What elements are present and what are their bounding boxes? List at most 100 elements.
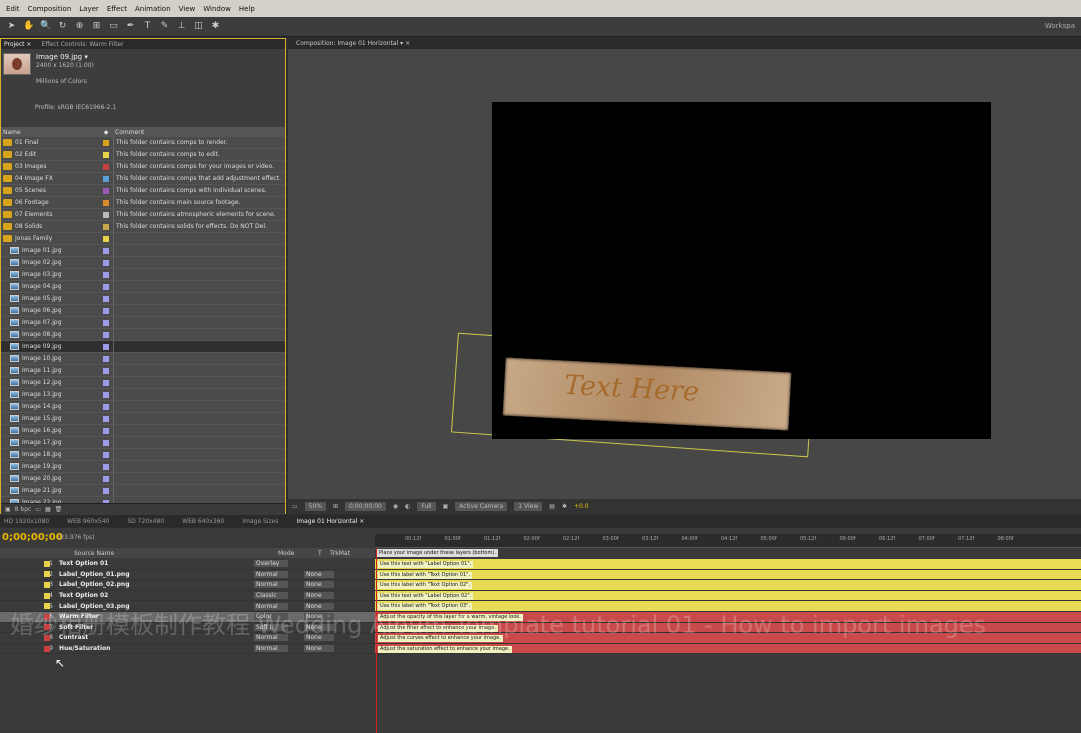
hand-tool-icon[interactable]: ✋ <box>23 21 34 32</box>
pan-behind-tool-icon[interactable]: ⊞ <box>91 21 102 32</box>
selection-tool-icon[interactable]: ➤ <box>6 21 17 32</box>
label-color-cell[interactable] <box>99 391 113 398</box>
mask-tool-icon[interactable]: ▭ <box>108 21 119 32</box>
project-item-comment[interactable]: This folder contains comps that add adju… <box>113 173 285 184</box>
channels-icon[interactable]: ◐ <box>405 503 410 510</box>
label-color-cell[interactable] <box>99 451 113 458</box>
label-color-swatch[interactable] <box>103 187 109 194</box>
view-layout-dropdown[interactable]: 1 View <box>514 502 543 511</box>
label-color-cell[interactable] <box>99 283 113 290</box>
label-color-swatch[interactable] <box>103 199 109 206</box>
project-folder-row[interactable]: Jonas Family <box>1 233 285 245</box>
label-color-swatch[interactable] <box>103 223 109 230</box>
project-image-row[interactable]: Image 06.jpg <box>1 305 285 317</box>
label-color-cell[interactable] <box>99 331 113 338</box>
project-item-comment[interactable] <box>113 353 285 364</box>
layer-duration-bar[interactable]: Use this text with "Label Option 02". <box>375 590 1081 602</box>
project-image-row[interactable]: Image 02.jpg <box>1 257 285 269</box>
label-color-swatch[interactable] <box>103 487 109 494</box>
label-color-swatch[interactable] <box>103 271 109 278</box>
layer-row[interactable]: 2 Label_Option_01.png Normal None <box>0 570 375 581</box>
label-color-swatch[interactable] <box>103 307 109 314</box>
workspace-label[interactable]: Workspa <box>1045 22 1075 30</box>
project-item-comment[interactable] <box>113 473 285 484</box>
project-image-row[interactable]: Image 01.jpg <box>1 245 285 257</box>
zoom-dropdown[interactable]: 50% <box>304 502 327 511</box>
project-folder-row[interactable]: 04 Image FX This folder contains comps th… <box>1 173 285 185</box>
label-color-cell[interactable] <box>99 427 113 434</box>
project-folder-row[interactable]: 01 Final This folder contains comps to re… <box>1 137 285 149</box>
project-image-row[interactable]: Image 14.jpg <box>1 401 285 413</box>
label-color-swatch[interactable] <box>103 475 109 482</box>
layer-mode-dropdown[interactable]: Overlay <box>254 560 288 568</box>
exposure-icon[interactable]: ✱ <box>562 503 567 510</box>
label-color-swatch[interactable] <box>103 235 109 242</box>
timeline-tab[interactable]: HD 1920x1080 <box>4 518 49 525</box>
project-item-comment[interactable] <box>113 305 285 316</box>
label-color-swatch[interactable] <box>103 367 109 374</box>
project-item-comment[interactable]: This folder contains comps for your imag… <box>113 161 285 172</box>
source-name-column[interactable]: Source Name <box>74 550 204 557</box>
label-color-cell[interactable] <box>99 187 113 194</box>
layer-label-swatch[interactable] <box>44 560 50 567</box>
zoom-tool-icon[interactable]: 🔍 <box>40 21 51 32</box>
label-color-cell[interactable] <box>99 211 113 218</box>
project-item-comment[interactable] <box>113 377 285 388</box>
pen-tool-icon[interactable]: ✒ <box>125 21 136 32</box>
label-color-swatch[interactable] <box>103 499 109 503</box>
time-ruler[interactable]: 00:12f 01:00f 01:12f 02:00f 02:12f 03:00f 03:1… <box>375 534 1081 548</box>
menu-item-composition[interactable]: Composition <box>28 5 72 13</box>
current-timecode[interactable]: 0;00;00;00 <box>2 532 63 543</box>
layer-row[interactable]: 9 Hue/Saturation Normal None <box>0 644 375 655</box>
project-item-comment[interactable] <box>113 449 285 460</box>
brush-tool-icon[interactable]: ✎ <box>159 21 170 32</box>
type-tool-icon[interactable]: T <box>142 21 153 32</box>
project-item-comment[interactable]: This folder contains atmospheric element… <box>113 209 285 220</box>
label-color-swatch[interactable] <box>103 391 109 398</box>
project-image-row[interactable]: Image 22.jpg <box>1 497 285 503</box>
project-item-comment[interactable] <box>113 365 285 376</box>
t-column[interactable]: T <box>318 550 330 557</box>
snapshot-icon[interactable]: ▭ <box>292 503 298 510</box>
tab-effect-controls[interactable]: Effect Controls: Warm Filter <box>41 41 123 48</box>
layer-duration-bar[interactable]: Use this label with "Text Option 01". <box>375 569 1081 581</box>
label-color-swatch[interactable] <box>103 427 109 434</box>
menu-item-window[interactable]: Window <box>203 5 231 13</box>
label-color-cell[interactable] <box>99 151 113 158</box>
label-color-cell[interactable] <box>99 139 113 146</box>
label-color-cell[interactable] <box>99 199 113 206</box>
label-color-swatch[interactable] <box>103 175 109 182</box>
project-item-comment[interactable] <box>113 401 285 412</box>
project-image-row[interactable]: Image 18.jpg <box>1 449 285 461</box>
layer-name[interactable]: Label_Option_02.png <box>56 581 166 588</box>
label-color-swatch[interactable] <box>103 463 109 470</box>
label-color-cell[interactable] <box>99 463 113 470</box>
project-folder-row[interactable]: 02 Edit This folder contains comps to edi… <box>1 149 285 161</box>
project-item-comment[interactable] <box>113 281 285 292</box>
project-image-row[interactable]: Image 04.jpg <box>1 281 285 293</box>
layer-label-swatch[interactable] <box>44 592 50 599</box>
label-color-swatch[interactable] <box>103 295 109 302</box>
project-image-row[interactable]: Image 12.jpg <box>1 377 285 389</box>
project-folder-row[interactable]: 08 Solids This folder contains solids for… <box>1 221 285 233</box>
project-image-row[interactable]: Image 05.jpg <box>1 293 285 305</box>
project-image-row[interactable]: Image 21.jpg <box>1 485 285 497</box>
label-color-cell[interactable] <box>99 223 113 230</box>
layer-mode-dropdown[interactable]: Normal <box>254 581 288 589</box>
label-color-swatch[interactable] <box>103 439 109 446</box>
timeline-tab[interactable]: WEB 960x540 <box>67 518 109 525</box>
camera-snapshot-icon[interactable]: ◉ <box>393 503 398 510</box>
project-image-row[interactable]: Image 16.jpg <box>1 425 285 437</box>
layer-mode-dropdown[interactable]: Classic <box>254 592 288 600</box>
project-item-comment[interactable] <box>113 497 285 503</box>
label-color-cell[interactable] <box>99 379 113 386</box>
project-image-row[interactable]: Image 09.jpg <box>1 341 285 353</box>
project-item-comment[interactable]: This folder contains comps with individu… <box>113 185 285 196</box>
project-image-row[interactable]: Image 15.jpg <box>1 413 285 425</box>
project-item-comment[interactable]: This folder contains main source footage… <box>113 197 285 208</box>
project-folder-row[interactable]: 06 Footage This folder contains main sour… <box>1 197 285 209</box>
timeline-tab[interactable]: WEB 640x360 <box>182 518 224 525</box>
project-image-row[interactable]: Image 07.jpg <box>1 317 285 329</box>
layer-label-swatch[interactable] <box>44 571 50 578</box>
layer-trkmat-dropdown[interactable]: None <box>304 570 334 578</box>
